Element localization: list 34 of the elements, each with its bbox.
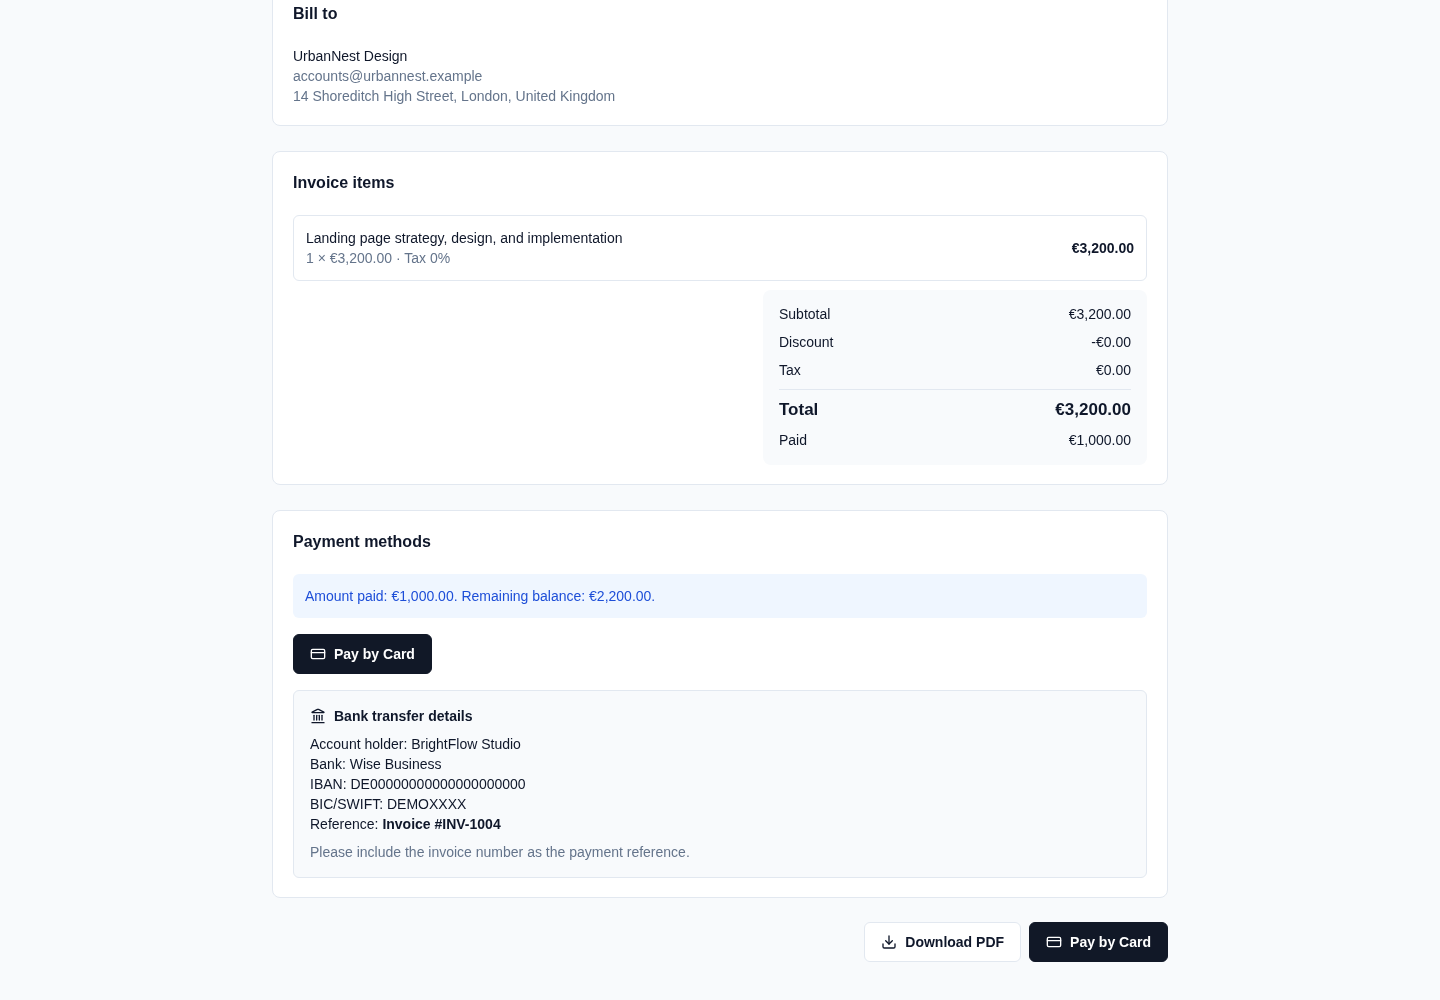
bank-details-title: Bank transfer details bbox=[334, 707, 473, 726]
total-label: Paid bbox=[779, 431, 808, 450]
total-value: -€0.00 bbox=[1091, 333, 1131, 352]
bank-detail-line: Bank: Wise Business bbox=[310, 755, 443, 774]
bank-detail-line: Reference: Invoice #INV-1004 bbox=[310, 815, 502, 834]
section-title: Bill to bbox=[293, 4, 339, 24]
total-value: €0.00 bbox=[1095, 361, 1131, 380]
credit-card-icon bbox=[310, 646, 326, 662]
total-label: Subtotal bbox=[779, 305, 831, 324]
item-detail: 1 × €3,200.00 · Tax 0% bbox=[306, 249, 452, 268]
total-value: €3,200.00 bbox=[1068, 305, 1131, 324]
credit-card-icon bbox=[1046, 934, 1063, 950]
bank-note: Please include the invoice number as the payment reference. bbox=[310, 843, 691, 862]
bank-detail-line: BIC/SWIFT: DEMOXXXX bbox=[310, 795, 468, 814]
total-value: €1,000.00 bbox=[1068, 431, 1131, 450]
total-label: Total bbox=[779, 399, 819, 421]
item-amount: €3,200.00 bbox=[1071, 239, 1134, 258]
section-title: Payment methods bbox=[293, 532, 432, 552]
client-name: UrbanNest Design bbox=[293, 47, 409, 66]
total-label: Discount bbox=[779, 333, 834, 352]
download-pdf-button[interactable]: Download PDF bbox=[864, 922, 1022, 962]
item-description: Landing page strategy, design, and implementation bbox=[306, 229, 623, 248]
total-value: €3,200.00 bbox=[1055, 399, 1131, 421]
client-email: accounts@urbannest.example bbox=[293, 67, 484, 86]
bank-detail-line: IBAN: DE00000000000000000000 bbox=[310, 775, 527, 794]
bank-icon bbox=[310, 708, 326, 724]
pay-by-card-button[interactable]: Pay by Card bbox=[293, 634, 432, 674]
pay-by-card-button[interactable]: Pay by Card bbox=[1029, 922, 1168, 962]
bank-detail-line: Account holder: BrightFlow Studio bbox=[310, 735, 522, 754]
download-icon bbox=[881, 934, 898, 950]
total-label: Tax bbox=[779, 361, 801, 380]
client-address: 14 Shoreditch High Street, London, United Kingdom bbox=[293, 87, 617, 106]
section-title: Invoice items bbox=[293, 173, 396, 193]
payment-notice: Amount paid: €1,000.00. Remaining balance: €2,200.00. bbox=[293, 574, 1147, 618]
